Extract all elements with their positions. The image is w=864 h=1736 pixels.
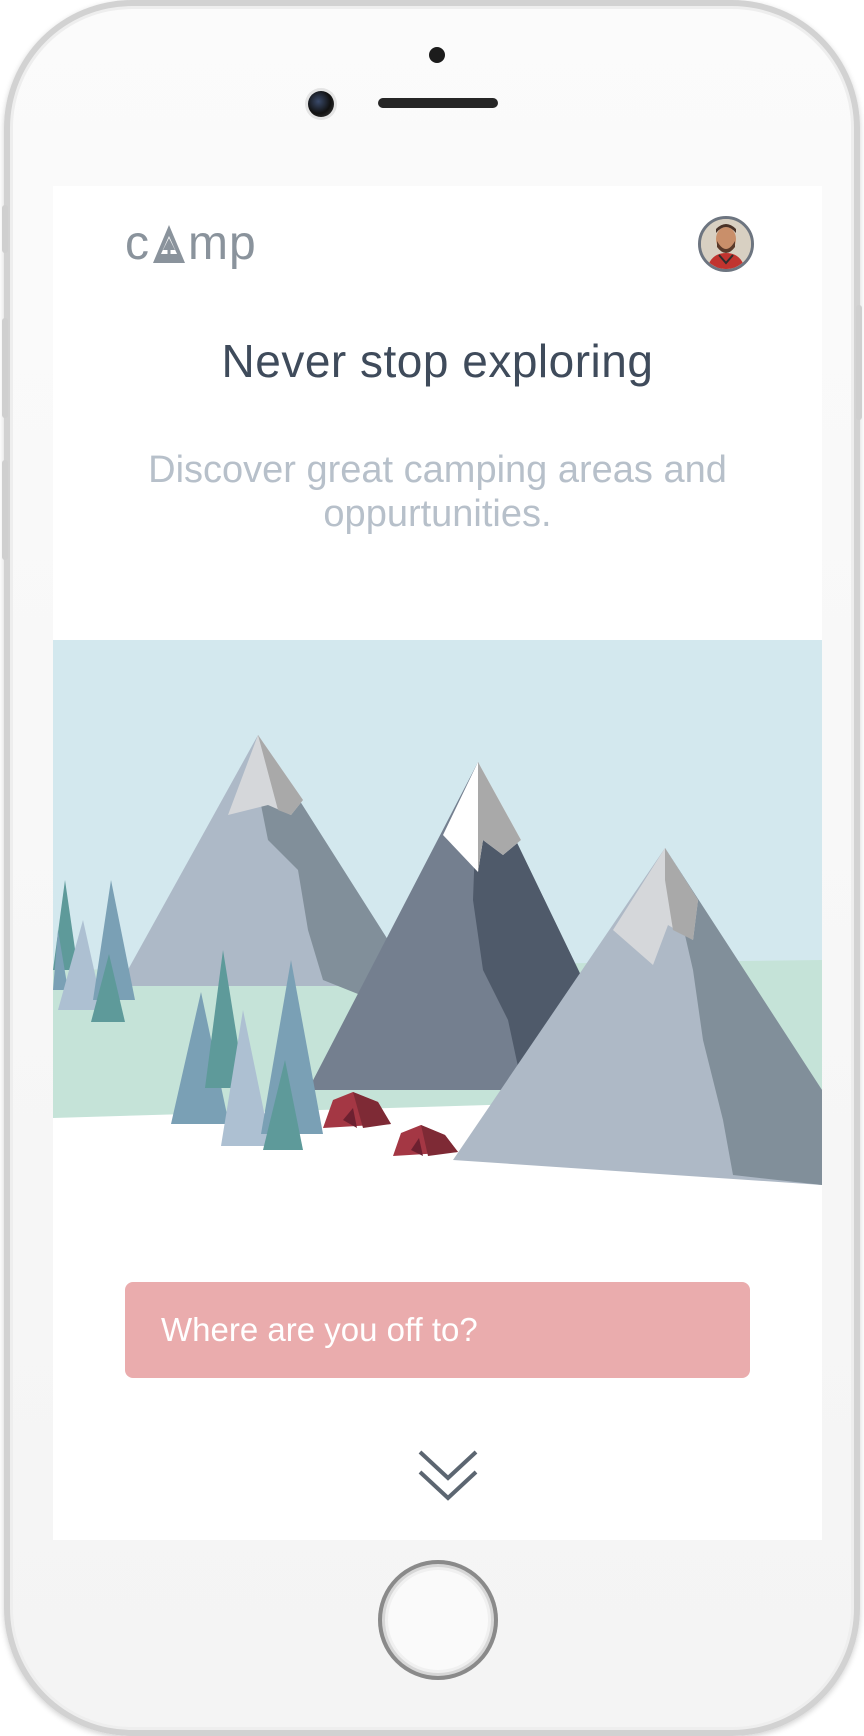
volume-up-button (2, 318, 8, 418)
double-chevron-down-icon[interactable] (416, 1448, 480, 1504)
volume-down-button (2, 460, 8, 560)
app-screen: c mp Never stop exploring Discover great… (53, 186, 822, 1540)
home-button[interactable] (378, 1560, 498, 1680)
page-subline: Discover great camping areas and oppurtu… (148, 449, 727, 535)
power-button (856, 305, 862, 420)
front-camera (308, 91, 334, 117)
phone-frame: c mp Never stop exploring Discover great… (2, 0, 862, 1736)
destination-search-button[interactable]: Where are you off to? (125, 1282, 750, 1378)
logo-letters-mp: mp (188, 217, 257, 270)
camp-logo[interactable]: c mp (125, 216, 257, 272)
earpiece-speaker (378, 98, 498, 108)
mountain-campsite-illustration (53, 640, 822, 1226)
avatar-portrait-icon (701, 219, 751, 269)
proximity-sensor (429, 47, 445, 63)
destination-search-label: Where are you off to? (161, 1311, 478, 1348)
logo-letter-c: c (125, 217, 150, 270)
mute-switch (2, 205, 8, 253)
tree-a-icon (153, 225, 185, 263)
device-stage: c mp Never stop exploring Discover great… (0, 0, 864, 1736)
page-headline: Never stop exploring (221, 335, 654, 387)
user-avatar[interactable] (698, 216, 754, 272)
